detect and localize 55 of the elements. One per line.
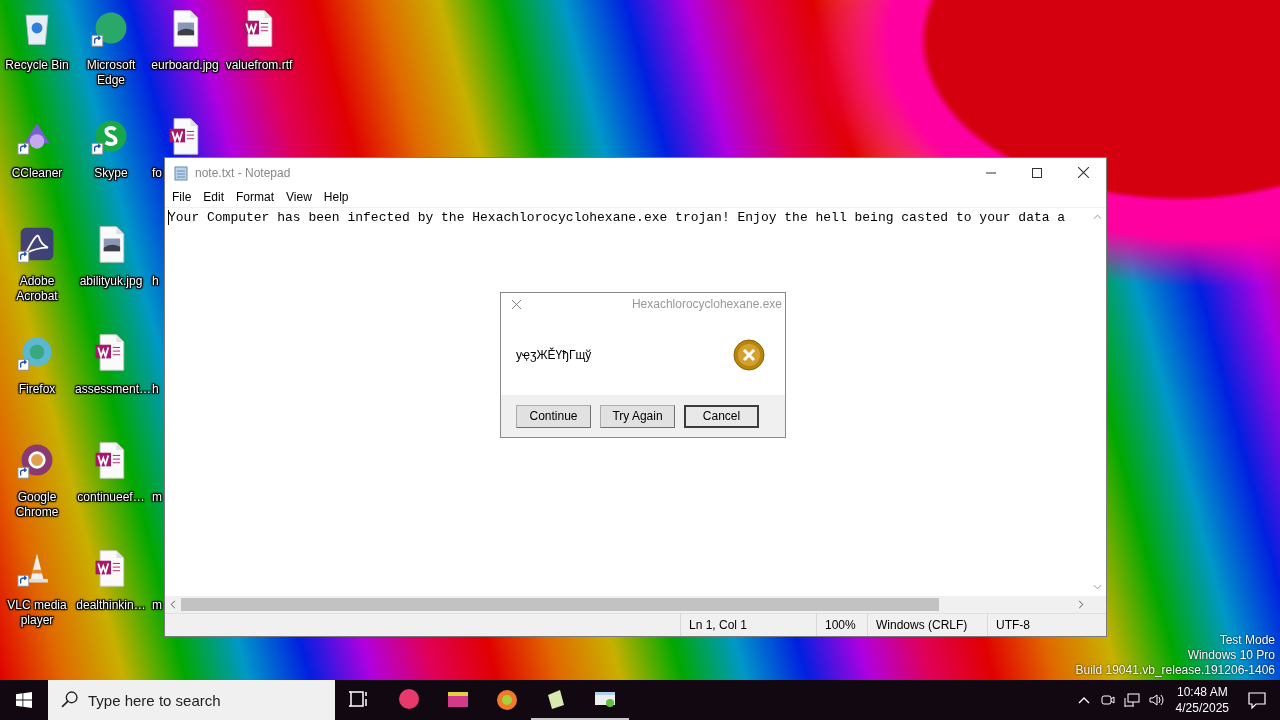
window-title: note.txt - Notepad xyxy=(195,165,291,180)
icon-label: Skype xyxy=(93,166,129,181)
notepad-icon xyxy=(173,164,189,181)
document-text: Your Computer has been infected by the Hexachlorocyclohexane.exe trojan! Enjoy the hell being casted to your data a xyxy=(168,210,1066,225)
app-icon[interactable] xyxy=(396,687,421,711)
dialog-button[interactable]: Try Again xyxy=(600,404,675,428)
scrollbar-thumb[interactable] xyxy=(181,598,940,611)
maximize-icon[interactable] xyxy=(1032,167,1042,178)
network-icon[interactable] xyxy=(1123,692,1140,708)
clock-button[interactable]: 10:48 AM 4/25/2025 xyxy=(1167,684,1237,716)
search-icon xyxy=(61,691,78,708)
menu-item[interactable]: File xyxy=(166,190,198,204)
system-info-text: Windows 10 Pro xyxy=(1187,648,1275,663)
icon-label: h xyxy=(151,382,159,397)
icon-label: Firefox xyxy=(17,382,57,397)
scroll-left-icon[interactable] xyxy=(170,600,176,609)
status-text: Windows (CRLF) xyxy=(876,618,968,632)
status-text: Ln 1, Col 1 xyxy=(689,618,748,632)
app-icon[interactable] xyxy=(494,687,519,711)
icon-label: valuefrom.rtf xyxy=(224,58,294,73)
icon-label: Google Chrome xyxy=(14,490,60,520)
icon-label: Adobe Acrobat xyxy=(15,274,59,304)
error-icon xyxy=(733,339,765,371)
icon-label: continueef… xyxy=(76,490,146,505)
dialog-message: уҿӡЖĚҮђГщў xyxy=(516,348,592,362)
menu-item[interactable]: Edit xyxy=(197,190,231,204)
icon-label: dealthinkin… xyxy=(75,598,147,613)
minimize-icon[interactable] xyxy=(986,171,996,174)
icon-label: VLC media player xyxy=(6,598,68,628)
dialog-title: Hexachlorocyclohexane.exe xyxy=(631,297,782,311)
icon-label: fo xyxy=(151,166,162,181)
windows-logo-icon[interactable] xyxy=(16,692,32,708)
icon-label: Microsoft Edge xyxy=(85,58,137,88)
search-field[interactable]: Type here to search xyxy=(48,680,335,720)
dialog-button[interactable]: Continue xyxy=(516,404,591,428)
menu-item[interactable]: View xyxy=(280,190,318,204)
icon-label: abilityuk.jpg xyxy=(78,274,144,289)
status-text: 100% xyxy=(825,618,856,632)
icon-label: CCleaner xyxy=(10,166,64,181)
close-icon[interactable] xyxy=(1077,167,1089,178)
scroll-right-icon[interactable] xyxy=(1078,600,1084,609)
volume-icon[interactable] xyxy=(1147,692,1164,708)
status-text: UTF-8 xyxy=(996,618,1030,632)
icon-label: Recycle Bin xyxy=(4,58,70,73)
camera-icon[interactable] xyxy=(1099,692,1116,708)
dialog-button[interactable]: Cancel xyxy=(684,404,759,428)
icon-label: h xyxy=(151,274,159,289)
icon-label: m xyxy=(151,490,162,505)
horizontal-scrollbar[interactable] xyxy=(165,596,1089,613)
notification-icon[interactable] xyxy=(1247,690,1267,710)
menu-item[interactable]: Format xyxy=(230,190,281,204)
system-info-text: Test Mode xyxy=(1219,633,1275,648)
icon-label: eurboard.jpg xyxy=(150,58,220,73)
icon-label: m xyxy=(151,598,162,613)
menu-item[interactable]: Help xyxy=(317,190,355,204)
